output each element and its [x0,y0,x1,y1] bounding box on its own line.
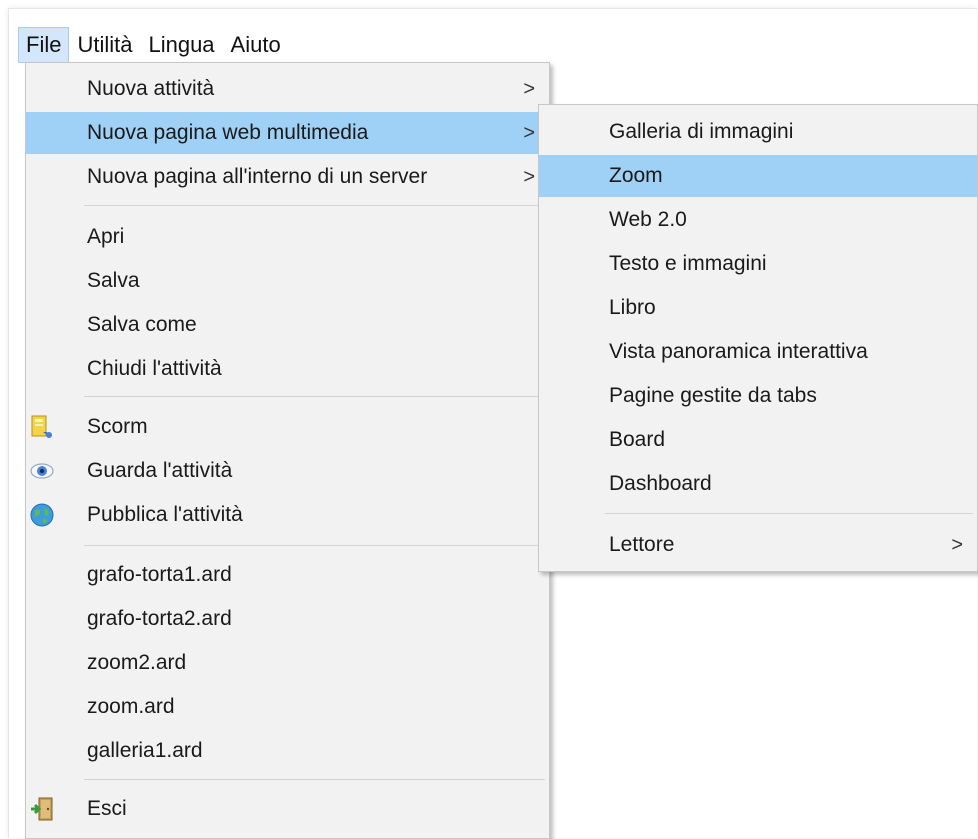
submenu-item-dashboard[interactable]: Dashboard [539,463,977,505]
menu-item-label: Lettore [609,533,675,556]
menu-item-recent-5[interactable]: galleria1.ard [26,730,549,772]
menu-item-recent-3[interactable]: zoom2.ard [26,642,549,684]
scorm-package-icon [31,415,52,438]
chevron-right-icon: > [523,78,535,100]
menu-item-salva-come[interactable]: Salva come [26,304,549,346]
menu-item-guarda[interactable]: Guarda l'attività [26,450,549,492]
menu-item-label: Web 2.0 [609,208,687,231]
submenu-item-galleria[interactable]: Galleria di immagini [539,111,977,153]
menu-item-nuova-attivita[interactable]: Nuova attività > [26,68,549,110]
menu-item-label: zoom.ard [87,695,175,718]
chevron-right-icon: > [523,166,535,188]
menu-item-chiudi[interactable]: Chiudi l'attività [26,348,549,390]
menu-utilita[interactable]: Utilità [69,27,140,63]
submenu-item-zoom[interactable]: Zoom [539,155,977,197]
menu-item-recent-1[interactable]: grafo-torta1.ard [26,554,549,596]
menu-item-label: Testo e immagini [609,252,767,275]
menu-lingua[interactable]: Lingua [140,27,222,63]
menu-item-label: Nuova pagina all'interno di un server [87,165,428,188]
menu-aiuto[interactable]: Aiuto [223,27,289,63]
submenu-item-pagine-tabs[interactable]: Pagine gestite da tabs [539,375,977,417]
submenu-item-libro[interactable]: Libro [539,287,977,329]
menu-item-label: Salva come [87,313,197,336]
menu-item-nuova-pagina-server[interactable]: Nuova pagina all'interno di un server > [26,156,549,198]
menu-separator [84,396,545,397]
chevron-right-icon: > [951,534,963,556]
menu-item-label: Guarda l'attività [87,459,233,482]
menu-item-apri[interactable]: Apri [26,216,549,258]
menu-item-esci[interactable]: Esci [26,788,549,830]
menu-item-recent-4[interactable]: zoom.ard [26,686,549,728]
menu-item-label: Dashboard [609,472,712,495]
eye-icon [30,463,54,479]
menu-item-label: zoom2.ard [87,651,187,674]
menu-item-scorm[interactable]: Scorm [26,406,549,448]
menu-item-pubblica[interactable]: Pubblica l'attività [26,494,549,536]
submenu-item-lettore[interactable]: Lettore > [539,524,977,566]
menu-item-salva[interactable]: Salva [26,260,549,302]
menu-item-label: Scorm [87,415,148,438]
menu-separator [605,513,973,514]
menu-item-label: Esci [87,797,127,820]
menu-item-label: grafo-torta1.ard [87,563,232,586]
file-menu: Nuova attività > Nuova pagina web multim… [25,62,550,839]
submenu-item-testo-immagini[interactable]: Testo e immagini [539,243,977,285]
menu-item-label: Zoom [609,164,663,187]
submenu-pagina-web: Galleria di immagini Zoom Web 2.0 Testo … [538,104,978,572]
menu-item-label: Apri [87,225,125,248]
menu-item-label: Pagine gestite da tabs [609,384,817,407]
submenu-item-vista-panoramica[interactable]: Vista panoramica interattiva [539,331,977,373]
menu-separator [84,779,545,780]
menu-file[interactable]: File [18,27,70,63]
menu-item-label: Vista panoramica interattiva [609,340,868,363]
submenu-item-board[interactable]: Board [539,419,977,461]
menu-item-label: grafo-torta2.ard [87,607,232,630]
menu-separator [84,205,545,206]
menu-item-nuova-pagina-web[interactable]: Nuova pagina web multimedia > [26,112,549,154]
menu-item-label: Galleria di immagini [609,120,794,143]
chevron-right-icon: > [523,122,535,144]
menu-item-recent-2[interactable]: grafo-torta2.ard [26,598,549,640]
menu-item-label: Libro [609,296,656,319]
menu-bar: File Utilità Lingua Aiuto [18,27,289,63]
menu-item-label: galleria1.ard [87,739,203,762]
globe-icon [30,503,54,527]
exit-door-icon [31,797,53,821]
menu-item-label: Chiudi l'attività [87,357,222,380]
menu-separator [84,545,545,546]
menu-item-label: Pubblica l'attività [87,503,243,526]
menu-item-label: Board [609,428,666,451]
submenu-item-web20[interactable]: Web 2.0 [539,199,977,241]
menu-item-label: Salva [87,269,140,292]
menu-item-label: Nuova attività [87,77,215,100]
menu-item-label: Nuova pagina web multimedia [87,121,369,144]
